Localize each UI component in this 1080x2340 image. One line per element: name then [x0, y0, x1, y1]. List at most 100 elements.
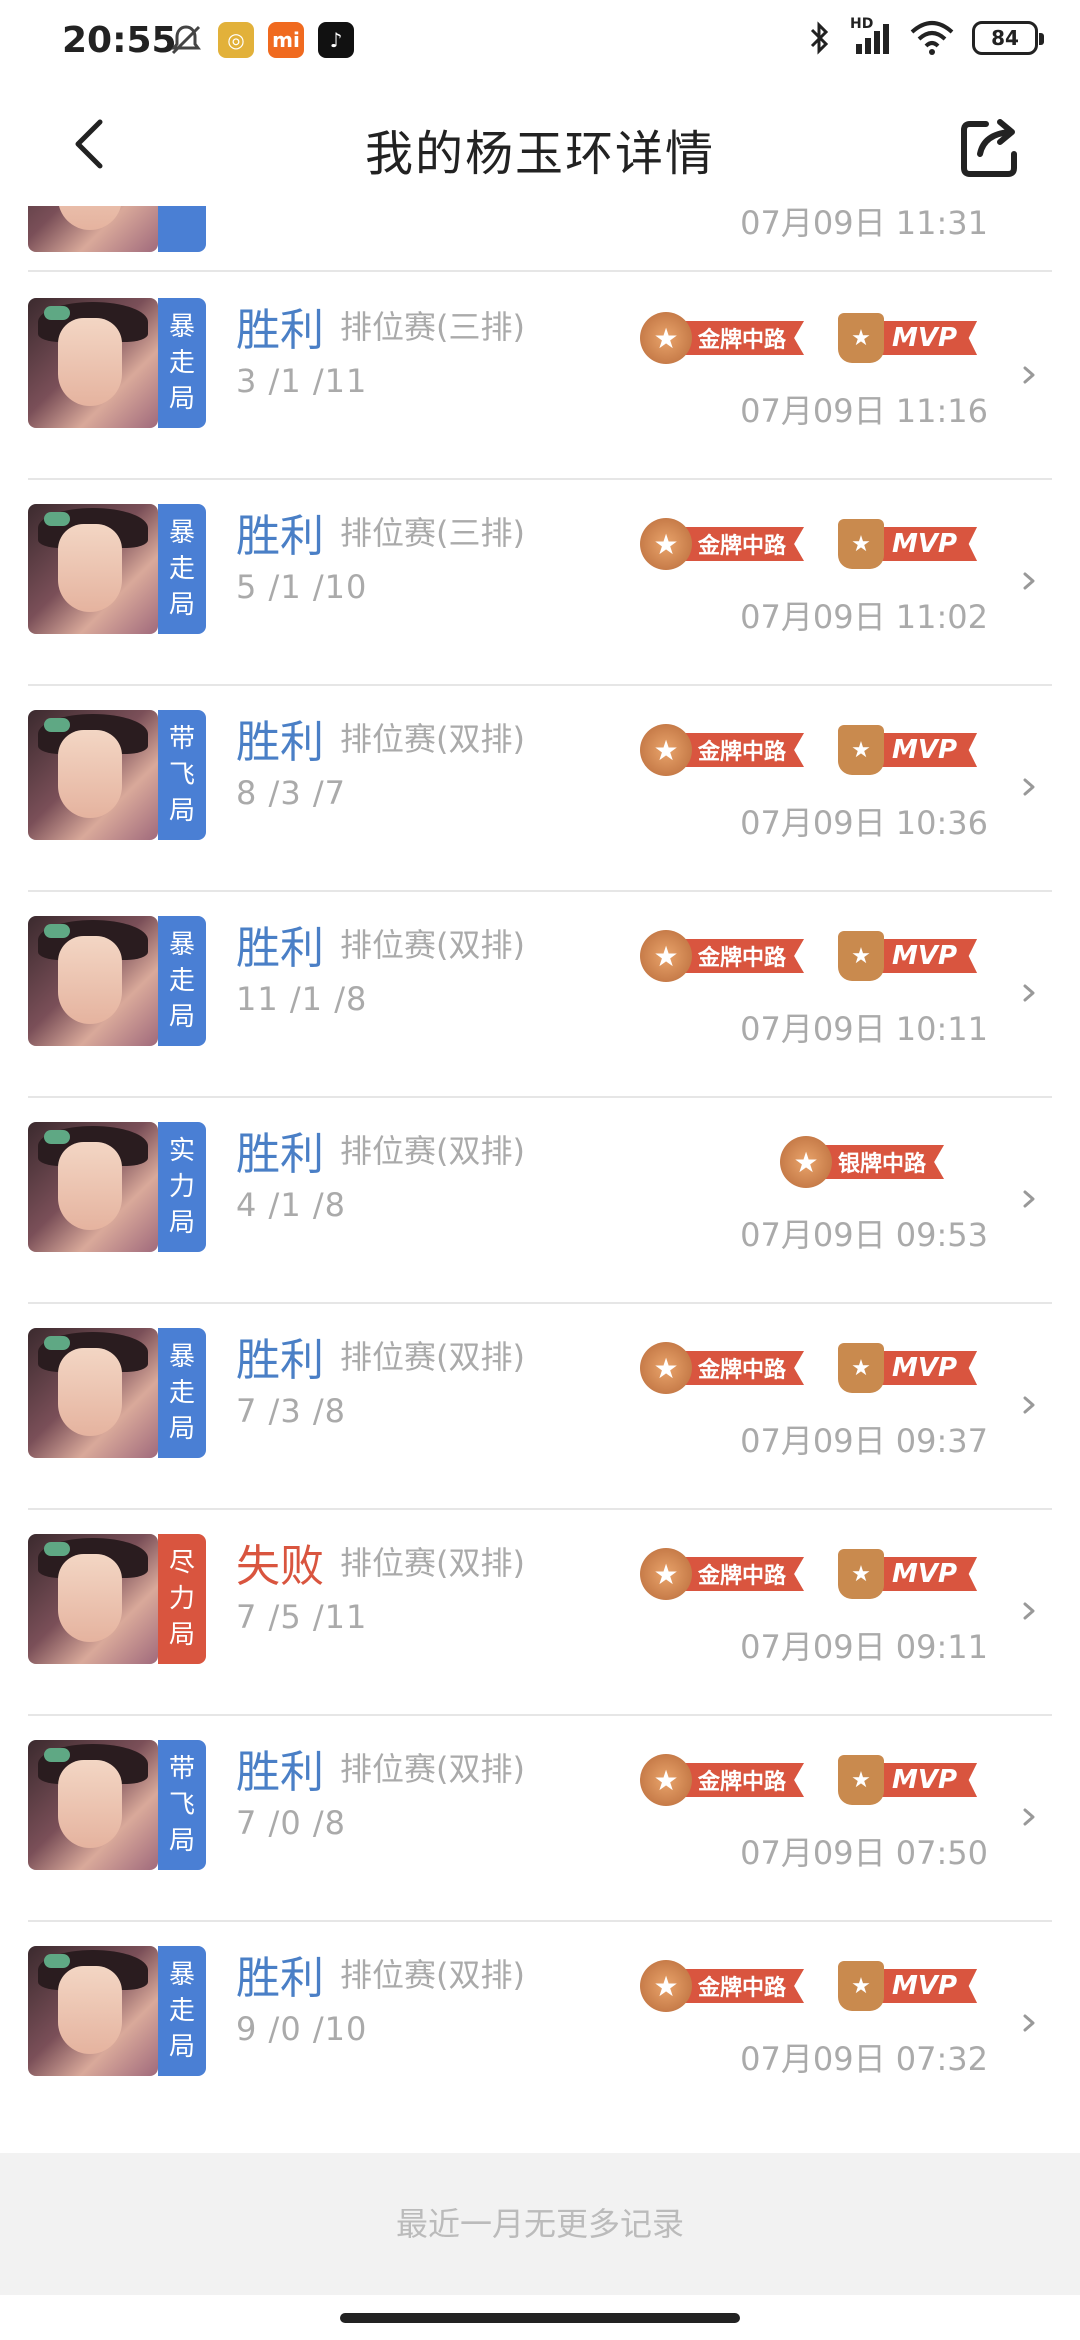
- list-footer: 最近一月无更多记录: [0, 2153, 1080, 2295]
- medal-badge: ★ 金牌中路: [640, 516, 805, 572]
- hero-avatar: [28, 1740, 158, 1870]
- hero-avatar: [28, 1534, 158, 1664]
- chevron-right-icon[interactable]: [1018, 364, 1040, 386]
- mvp-label: MVP: [872, 321, 978, 355]
- mi-app-icon: mi: [268, 22, 304, 58]
- tag-char: 局: [168, 1414, 195, 1444]
- medal-star-icon: ★: [640, 1548, 692, 1600]
- match-result: 胜利: [236, 511, 324, 562]
- match-time: 07月09日 09:53: [740, 1216, 988, 1254]
- mvp-badge: ★ MVP: [838, 310, 978, 366]
- match-time: 07月09日 07:50: [740, 1834, 988, 1872]
- tag-char: 走: [168, 1378, 195, 1408]
- medal-badge: ★ 金牌中路: [640, 928, 805, 984]
- medal-star-icon: ★: [640, 1342, 692, 1394]
- medal-badge: ★ 金牌中路: [640, 722, 805, 778]
- tag-char: 飞: [168, 1790, 195, 1820]
- tag-char: 走: [168, 1996, 195, 2026]
- chevron-right-icon[interactable]: [1018, 1188, 1040, 1210]
- medal-label: 金牌中路: [680, 939, 805, 973]
- medal-badge: ★ 金牌中路: [640, 1546, 805, 1602]
- match-time: 07月09日 10:11: [740, 1010, 988, 1048]
- match-type-tag: 带飞局: [158, 1740, 206, 1870]
- match-kda: 11 /1 /8: [236, 980, 368, 1018]
- page-header: 我的杨玉环详情: [0, 84, 1080, 206]
- match-time: 07月09日 09:11: [740, 1628, 988, 1666]
- medal-star-icon: ★: [640, 518, 692, 570]
- trophy-icon: ★: [838, 1755, 884, 1805]
- match-time: 07月09日 11:31: [740, 206, 988, 242]
- home-indicator[interactable]: [340, 2313, 740, 2323]
- match-row[interactable]: 暴走局胜利 排位赛(三排) 3 /1 /11 ★ 金牌中路 ★ MVP 07月09日 11:1…: [0, 272, 1080, 478]
- medal-badge: ★ 金牌中路: [640, 1340, 805, 1396]
- match-kda: 9 /0 /10: [236, 2010, 368, 2048]
- medal-star-icon: ★: [780, 1136, 832, 1188]
- match-mode: 排位赛(双排): [340, 1132, 525, 1170]
- match-mode: 排位赛(双排): [340, 1750, 525, 1788]
- match-kda: 7 /3 /8: [236, 1392, 346, 1430]
- match-type-tag: 暴走局: [158, 298, 206, 428]
- match-mode: 排位赛(三排): [340, 308, 525, 346]
- match-row[interactable]: 暴走局胜利 排位赛(双排) 9 /0 /10 ★ 金牌中路 ★ MVP 07月09日 07:3…: [0, 1920, 1080, 2126]
- tag-char: 局: [168, 590, 195, 620]
- chevron-right-icon[interactable]: [1018, 1394, 1040, 1416]
- status-bar: 20:55 ◎ mi ♪ HD 84: [0, 0, 1080, 84]
- chevron-right-icon[interactable]: [1018, 1600, 1040, 1622]
- chevron-right-icon[interactable]: [1018, 570, 1040, 592]
- partial-match-row[interactable]: 07月09日 11:31: [0, 206, 1080, 270]
- bluetooth-icon: [810, 21, 829, 55]
- hero-avatar: [28, 206, 158, 252]
- match-row[interactable]: 暴走局胜利 排位赛(双排) 11 /1 /8 ★ 金牌中路 ★ MVP 07月09日 10:1…: [0, 890, 1080, 1096]
- hero-avatar: [28, 298, 158, 428]
- match-row[interactable]: 暴走局胜利 排位赛(双排) 7 /3 /8 ★ 金牌中路 ★ MVP 07月09日 09:37: [0, 1302, 1080, 1508]
- trophy-icon: ★: [838, 1343, 884, 1393]
- match-mode: 排位赛(双排): [340, 926, 525, 964]
- tag-char: 局: [168, 384, 195, 414]
- match-type-tag: 暴走局: [158, 1328, 206, 1458]
- medal-badge: ★ 金牌中路: [640, 1958, 805, 2014]
- medal-star-icon: ★: [640, 312, 692, 364]
- tag-char: 实: [168, 1136, 195, 1166]
- match-result: 胜利: [236, 1953, 324, 2004]
- wifi-icon: [910, 21, 954, 55]
- match-kda: 7 /0 /8: [236, 1804, 346, 1842]
- mvp-badge: ★ MVP: [838, 1752, 978, 1808]
- mvp-label: MVP: [872, 733, 978, 767]
- match-row[interactable]: 带飞局胜利 排位赛(双排) 7 /0 /8 ★ 金牌中路 ★ MVP 07月09日 07:50: [0, 1714, 1080, 1920]
- tag-char: 力: [168, 1172, 195, 1202]
- match-time: 07月09日 11:16: [740, 392, 988, 430]
- chevron-right-icon[interactable]: [1018, 2012, 1040, 2034]
- match-result: 失败: [236, 1541, 324, 1592]
- chevron-right-icon[interactable]: [1018, 776, 1040, 798]
- mvp-label: MVP: [872, 527, 978, 561]
- tag-char: 暴: [168, 518, 195, 548]
- mvp-badge: ★ MVP: [838, 1958, 978, 2014]
- hero-avatar: [28, 916, 158, 1046]
- share-icon[interactable]: [956, 110, 1028, 182]
- trophy-icon: ★: [838, 313, 884, 363]
- page-title: 我的杨玉环详情: [364, 126, 715, 182]
- chevron-right-icon[interactable]: [1018, 1806, 1040, 1828]
- medal-label: 金牌中路: [680, 321, 805, 355]
- match-kda: 4 /1 /8: [236, 1186, 346, 1224]
- mvp-label: MVP: [872, 1763, 978, 1797]
- trophy-icon: ★: [838, 1961, 884, 2011]
- tag-char: 带: [168, 1754, 195, 1784]
- match-mode: 排位赛(双排): [340, 1956, 525, 1994]
- mvp-badge: ★ MVP: [838, 1340, 978, 1396]
- footer-text: 最近一月无更多记录: [395, 2205, 684, 2243]
- match-type-tag: 暴走局: [158, 504, 206, 634]
- match-type-tag: 实力局: [158, 1122, 206, 1252]
- notification-icons: ◎ mi ♪: [168, 22, 354, 58]
- match-row[interactable]: 实力局胜利 排位赛(双排) 4 /1 /8 ★ 银牌中路 07月09日 09:53: [0, 1096, 1080, 1302]
- tag-char: 暴: [168, 930, 195, 960]
- match-kda: 7 /5 /11: [236, 1598, 368, 1636]
- match-row[interactable]: 暴走局胜利 排位赛(三排) 5 /1 /10 ★ 金牌中路 ★ MVP 07月09日 11:0…: [0, 478, 1080, 684]
- match-kda: 8 /3 /7: [236, 774, 346, 812]
- chevron-right-icon[interactable]: [1018, 982, 1040, 1004]
- match-row[interactable]: 带飞局胜利 排位赛(双排) 8 /3 /7 ★ 金牌中路 ★ MVP 07月09日 10:36: [0, 684, 1080, 890]
- match-row[interactable]: 尽力局失败 排位赛(双排) 7 /5 /11 ★ 金牌中路 ★ MVP 07月09日 09:1…: [0, 1508, 1080, 1714]
- tag-char: 局: [168, 1002, 195, 1032]
- match-result: 胜利: [236, 1129, 324, 1180]
- match-type-tag: 暴走局: [158, 916, 206, 1046]
